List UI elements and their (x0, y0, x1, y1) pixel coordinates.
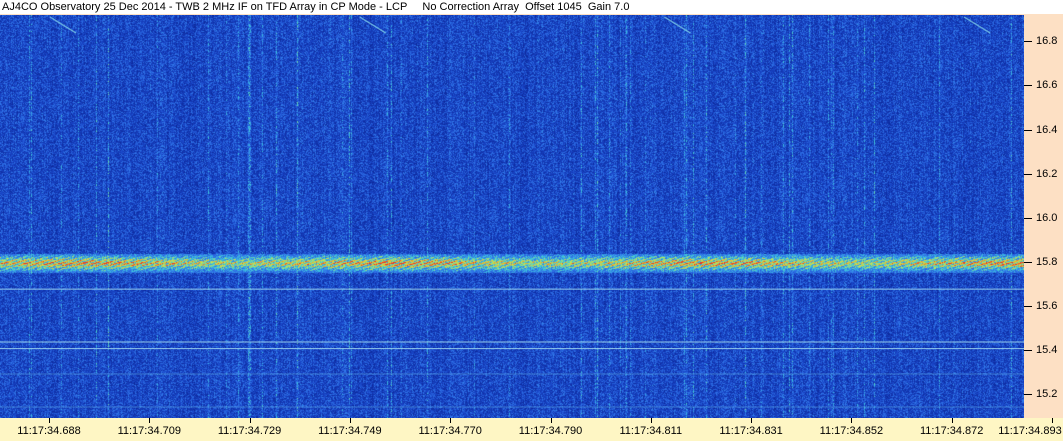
x-tick-label: 11:17:34.709 (117, 425, 182, 437)
y-tick-mark (1024, 393, 1032, 395)
x-tick-label: 11:17:34.831 (719, 425, 783, 437)
x-tick-mark (149, 418, 151, 423)
y-tick-mark (1024, 217, 1032, 219)
x-tick-mark (550, 418, 552, 423)
x-tick-mark (751, 418, 753, 423)
y-tick-mark (1024, 349, 1032, 351)
drifting-streak-2 (664, 16, 691, 34)
y-tick-label: 15.8 (1036, 255, 1058, 268)
frequency-axis: 15.2 15.4 15.6 15.8 16.0 16.2 16.4 16.6 16.8 (1024, 15, 1063, 418)
x-tick-mark (851, 418, 853, 423)
y-tick-mark (1024, 85, 1032, 87)
x-tick-label: 11:17:34.729 (217, 425, 282, 437)
y-tick-mark (1024, 261, 1032, 263)
spectrogram-overlay (0, 16, 1024, 408)
title-settings: No Correction Array Offset 1045 Gain 7.0 (422, 1, 630, 13)
y-tick-label: 16.4 (1036, 123, 1058, 136)
x-tick-label: 11:17:34.688 (17, 425, 81, 437)
drifting-streak-1 (359, 16, 387, 34)
drifting-streak-0 (49, 16, 77, 34)
y-tick-label: 16.0 (1036, 211, 1058, 224)
x-tick-mark (1052, 418, 1053, 423)
x-tick-mark (249, 418, 251, 423)
y-tick-label: 15.2 (1036, 387, 1058, 400)
time-axis: 11:17:34.688 11:17:34.709 11:17:34.729 11:1… (0, 418, 1063, 441)
y-tick-mark (1024, 305, 1032, 307)
y-tick-label: 16.2 (1036, 167, 1058, 180)
y-tick-mark (1024, 129, 1032, 131)
x-tick-mark (650, 418, 652, 423)
y-tick-label: 16.6 (1036, 79, 1058, 92)
x-tick-label: 11:17:34.749 (318, 425, 382, 437)
y-tick-label: 15.4 (1036, 343, 1058, 356)
x-tick-mark (349, 418, 351, 423)
x-tick-label: 11:17:34.872 (919, 425, 984, 437)
y-tick-label: 15.6 (1036, 299, 1058, 312)
title-main: AJ4CO Observatory 25 Dec 2014 - TWB 2 MH… (2, 1, 408, 13)
x-tick-label: 11:17:34.852 (819, 425, 884, 437)
x-tick-mark (450, 418, 452, 423)
x-tick-label: 11:17:34.790 (518, 425, 583, 437)
chart-title: AJ4CO Observatory 25 Dec 2014 - TWB 2 MH… (0, 0, 1063, 14)
y-tick-label: 16.8 (1036, 35, 1058, 48)
drifting-streak-3 (963, 16, 991, 34)
spectrogram-plot (0, 15, 1024, 418)
x-tick-mark (49, 418, 50, 423)
x-tick-label: 11:17:34.893 (998, 425, 1062, 437)
x-tick-label: 11:17:34.811 (619, 425, 683, 437)
y-tick-mark (1024, 173, 1032, 175)
x-tick-label: 11:17:34.770 (418, 425, 482, 437)
x-tick-mark (951, 418, 953, 423)
y-tick-mark (1024, 41, 1032, 43)
